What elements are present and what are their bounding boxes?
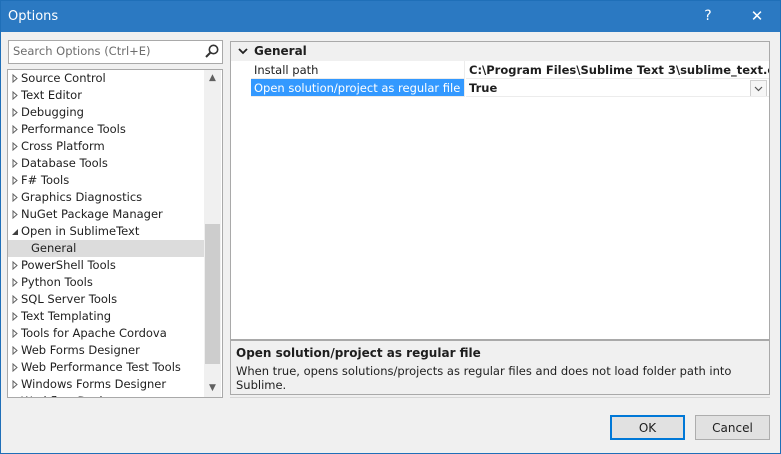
collapsed-arrow-icon[interactable] <box>11 257 21 274</box>
search-input[interactable] <box>13 43 198 59</box>
tree-item-label: Web Forms Designer <box>21 343 140 357</box>
tree-item-label: Text Editor <box>21 88 82 102</box>
tree-item-label: Open in SublimeText <box>21 224 140 238</box>
property-name: Install path <box>251 61 465 79</box>
collapsed-arrow-icon[interactable] <box>11 104 21 121</box>
tree-item[interactable]: Text Templating <box>8 308 204 325</box>
chevron-down-icon <box>754 86 763 92</box>
scroll-thumb[interactable] <box>205 224 220 364</box>
ok-button[interactable]: OK <box>610 415 685 440</box>
collapsed-arrow-icon[interactable] <box>11 70 21 87</box>
tree-item-label: Workflow Designer <box>21 393 129 397</box>
tree-item[interactable]: Text Editor <box>8 87 204 104</box>
tree-item-label: SQL Server Tools <box>21 292 118 306</box>
search-icon[interactable] <box>204 43 220 59</box>
category-header[interactable]: General <box>231 42 769 61</box>
options-tree: Source Control Text Editor Debugging Perfor… <box>7 69 223 398</box>
tree-item-label: Tools for Apache Cordova <box>21 326 167 340</box>
tree-item-label: Source Control <box>21 71 106 85</box>
property-row-open-as-file[interactable]: Open solution/project as regular file Tr… <box>251 79 769 97</box>
collapsed-arrow-icon[interactable] <box>11 189 21 206</box>
category-label: General <box>254 44 307 58</box>
tree-item[interactable]: Debugging <box>8 104 204 121</box>
collapsed-arrow-icon[interactable] <box>11 172 21 189</box>
tree-item-label: Graphics Diagnostics <box>21 190 143 204</box>
cancel-button[interactable]: Cancel <box>695 415 770 440</box>
collapsed-arrow-icon[interactable] <box>11 87 21 104</box>
tree-item-label: Database Tools <box>21 156 108 170</box>
dropdown-button[interactable] <box>750 80 767 96</box>
collapsed-arrow-icon[interactable] <box>11 206 21 223</box>
close-button[interactable]: ✕ <box>734 1 780 32</box>
tree-item-label: Web Performance Test Tools <box>21 360 181 374</box>
chevron-down-icon[interactable] <box>237 43 249 60</box>
collapsed-arrow-icon[interactable] <box>11 274 21 291</box>
tree-item-label: Cross Platform <box>21 139 105 153</box>
tree-item-label: General <box>31 241 77 255</box>
tree-item-label: Debugging <box>21 105 84 119</box>
collapsed-arrow-icon[interactable] <box>11 376 21 393</box>
tree-item-label: PowerShell Tools <box>21 258 116 272</box>
property-value[interactable]: C:\Program Files\Sublime Text 3\sublime_… <box>466 61 769 79</box>
collapsed-arrow-icon[interactable] <box>11 359 21 376</box>
property-row-install-path[interactable]: Install path C:\Program Files\Sublime Te… <box>251 61 769 79</box>
expanded-arrow-icon[interactable] <box>11 223 21 240</box>
tree-item[interactable]: PowerShell Tools <box>8 257 204 274</box>
collapsed-arrow-icon[interactable] <box>11 325 21 342</box>
description-title: Open solution/project as regular file <box>236 346 481 360</box>
scroll-up-arrow-icon[interactable]: ▲ <box>204 70 221 87</box>
tree-item[interactable]: Workflow Designer <box>8 393 204 398</box>
collapsed-arrow-icon[interactable] <box>11 308 21 325</box>
collapsed-arrow-icon[interactable] <box>11 155 21 172</box>
tree-item[interactable]: Graphics Diagnostics <box>8 189 204 206</box>
property-value: True <box>469 81 498 95</box>
search-box <box>8 40 223 64</box>
help-button[interactable]: ? <box>685 1 731 32</box>
description-panel: Open solution/project as regular file Wh… <box>230 340 770 395</box>
tree-item[interactable]: Python Tools <box>8 274 204 291</box>
property-grid: General Install path C:\Program Files\Su… <box>230 41 770 340</box>
scroll-down-arrow-icon[interactable]: ▼ <box>204 380 221 397</box>
tree-item[interactable]: Windows Forms Designer <box>8 376 204 393</box>
collapsed-arrow-icon[interactable] <box>11 291 21 308</box>
collapsed-arrow-icon[interactable] <box>11 342 21 359</box>
title-bar: Options ? ✕ <box>1 1 780 32</box>
tree-item[interactable]: SQL Server Tools <box>8 291 204 308</box>
collapsed-arrow-icon[interactable] <box>11 121 21 138</box>
tree-item[interactable]: F# Tools <box>8 172 204 189</box>
tree-item[interactable]: Web Forms Designer <box>8 342 204 359</box>
property-name: Open solution/project as regular file <box>251 79 465 97</box>
window-title: Options <box>8 9 59 24</box>
property-value-dropdown[interactable]: True <box>466 79 769 97</box>
tree-item[interactable]: General <box>8 240 204 257</box>
tree-item[interactable]: Open in SublimeText <box>8 223 204 240</box>
tree-item[interactable]: Cross Platform <box>8 138 204 155</box>
tree-item[interactable]: Web Performance Test Tools <box>8 359 204 376</box>
tree-item-label: F# Tools <box>21 173 70 187</box>
collapsed-arrow-icon[interactable] <box>11 393 21 398</box>
tree-item-label: Performance Tools <box>21 122 126 136</box>
tree-item[interactable]: Source Control <box>8 70 204 87</box>
tree-item[interactable]: Performance Tools <box>8 121 204 138</box>
tree-item-label: Text Templating <box>21 309 112 323</box>
tree-item-label: Python Tools <box>21 275 93 289</box>
tree-item[interactable]: NuGet Package Manager <box>8 206 204 223</box>
tree-item[interactable]: Tools for Apache Cordova <box>8 325 204 342</box>
tree-scrollbar[interactable]: ▲ ▼ <box>204 70 221 397</box>
description-text: When true, opens solutions/projects as r… <box>236 364 732 392</box>
tree-item-label: NuGet Package Manager <box>21 207 163 221</box>
tree-item[interactable]: Database Tools <box>8 155 204 172</box>
divider <box>230 397 770 398</box>
tree-item-label: Windows Forms Designer <box>21 377 167 391</box>
options-dialog: Options ? ✕ Source Control Text Editor Deb… <box>0 0 781 454</box>
collapsed-arrow-icon[interactable] <box>11 138 21 155</box>
